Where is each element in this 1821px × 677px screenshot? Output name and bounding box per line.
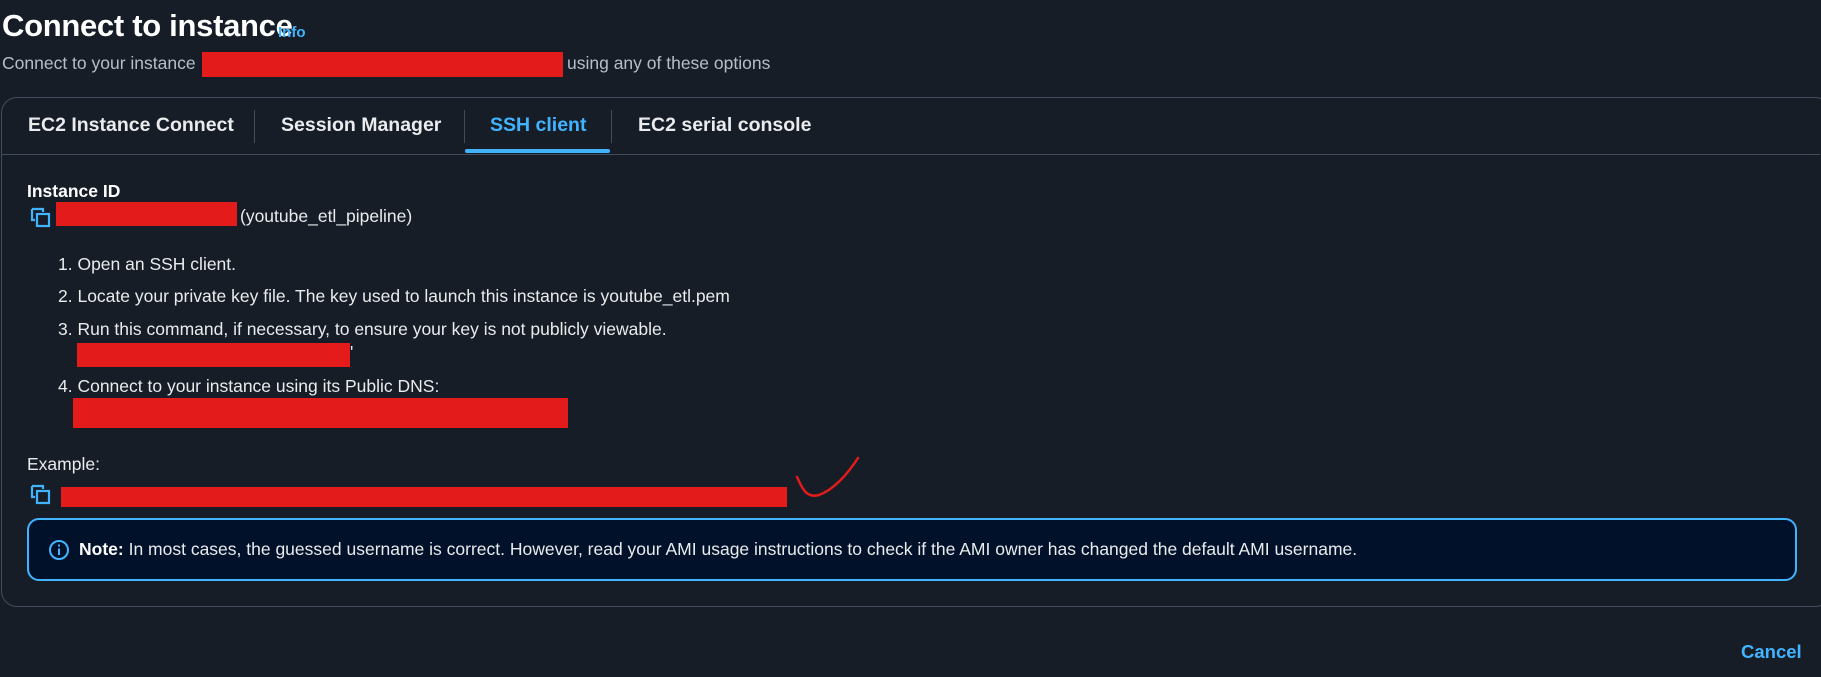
page-subtitle: Connect to your instance xyxy=(2,53,196,74)
step-3-command-suffix: ' xyxy=(350,342,354,362)
redacted-ssh-command xyxy=(61,487,787,507)
info-circle-icon xyxy=(49,540,69,560)
instance-id-label: Instance ID xyxy=(27,181,121,201)
info-link[interactable]: Info xyxy=(278,24,306,41)
copy-icon[interactable] xyxy=(30,484,52,506)
note-body: In most cases, the guessed username is c… xyxy=(123,539,1358,559)
example-label: Example: xyxy=(27,454,100,474)
step-2: 2. Locate your private key file. The key… xyxy=(58,286,730,306)
redacted-chmod-command xyxy=(77,343,350,367)
step-4: 4. Connect to your instance using its Pu… xyxy=(58,376,440,396)
cancel-button[interactable]: Cancel xyxy=(1741,641,1802,663)
tab-ssh-client[interactable]: SSH client xyxy=(490,114,586,137)
tab-ec2-instance-connect[interactable]: EC2 Instance Connect xyxy=(28,114,234,137)
tab-separator xyxy=(464,110,465,143)
step-3: 3. Run this command, if necessary, to en… xyxy=(58,319,667,339)
active-tab-indicator xyxy=(465,149,610,153)
step-1: 1. Open an SSH client. xyxy=(58,254,237,274)
tab-separator xyxy=(611,110,612,143)
subtitle-suffix: using any of these options xyxy=(567,53,771,73)
redacted-instance-id xyxy=(202,52,563,77)
tab-separator xyxy=(254,110,255,143)
instance-name: (youtube_etl_pipeline) xyxy=(240,206,413,226)
note-text: Note: In most cases, the guessed usernam… xyxy=(79,539,1357,560)
subtitle-prefix: Connect to your instance xyxy=(2,53,196,73)
redacted-instance-id xyxy=(56,202,237,226)
tab-bar xyxy=(1,98,1820,155)
tab-session-manager[interactable]: Session Manager xyxy=(281,114,441,137)
redacted-public-dns xyxy=(73,398,568,428)
tab-ec2-serial-console[interactable]: EC2 serial console xyxy=(638,114,811,137)
copy-icon[interactable] xyxy=(30,207,52,229)
page-title: Connect to instance xyxy=(2,8,293,43)
checkmark-icon xyxy=(795,456,860,497)
note-label: Note: xyxy=(79,539,124,559)
